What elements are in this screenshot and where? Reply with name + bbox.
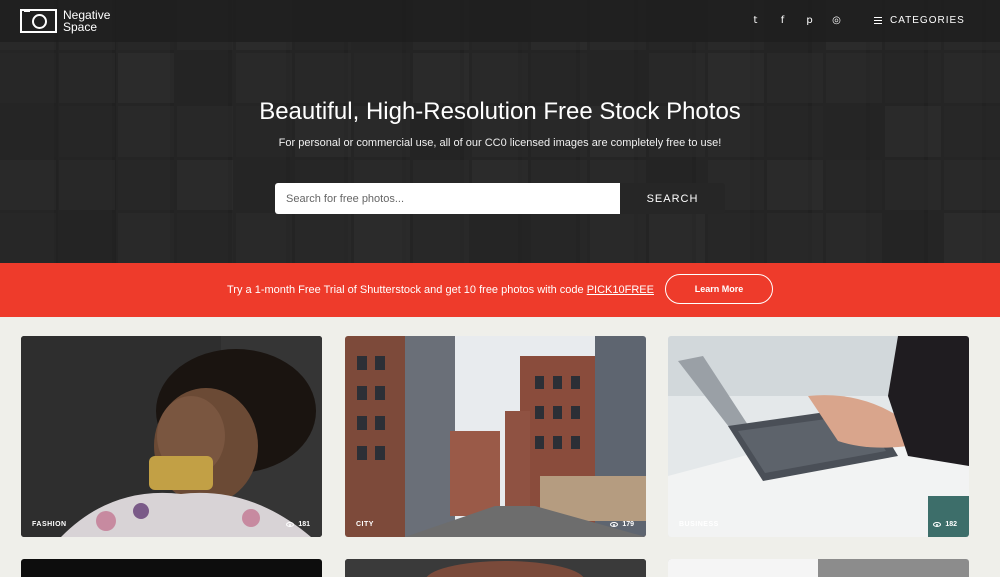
eye-icon xyxy=(610,522,619,527)
facebook-icon[interactable]: f xyxy=(769,15,796,26)
twitter-icon[interactable]: t xyxy=(742,15,769,26)
photo-card-fashion[interactable]: FASHION 181 xyxy=(21,336,322,537)
promo-text: Try a 1-month Free Trial of Shutterstock… xyxy=(227,284,587,296)
categories-label: CATEGORIES xyxy=(890,15,965,26)
hero-subtitle: For personal or commercial use, all of o… xyxy=(278,137,722,149)
top-navigation: Negative Space t f p ◎ CATEGORIES xyxy=(0,0,1000,42)
eye-icon xyxy=(933,522,942,527)
photo-card[interactable] xyxy=(21,559,322,577)
photo-views: 181 xyxy=(286,521,310,528)
search-button[interactable]: SEARCH xyxy=(620,183,725,214)
camera-logo-icon xyxy=(20,9,57,33)
hero-title: Beautiful, High-Resolution Free Stock Ph… xyxy=(259,98,741,125)
categories-menu-button[interactable]: CATEGORIES xyxy=(874,15,965,26)
photo-category-label: BUSINESS xyxy=(679,521,719,528)
promo-banner: Try a 1-month Free Trial of Shutterstock… xyxy=(0,263,1000,317)
photo-views: 179 xyxy=(610,521,634,528)
photo-thumbnail xyxy=(345,559,646,577)
search-input[interactable] xyxy=(275,183,620,214)
hero-banner: Negative Space t f p ◎ CATEGORIES Beauti… xyxy=(0,0,1000,263)
pinterest-icon[interactable]: p xyxy=(796,15,823,26)
photo-view-count: 182 xyxy=(945,521,957,528)
eye-icon xyxy=(286,522,295,527)
menu-icon xyxy=(874,17,882,24)
photo-business-laptop xyxy=(668,336,969,537)
photo-city-street xyxy=(345,336,646,537)
photo-card-city[interactable]: CITY 179 xyxy=(345,336,646,537)
photo-thumbnail xyxy=(668,559,969,577)
photo-category-label: FASHION xyxy=(32,521,67,528)
promo-code-link[interactable]: PICK10FREE xyxy=(587,284,654,296)
photo-view-count: 181 xyxy=(298,521,310,528)
photo-category-label: CITY xyxy=(356,521,374,528)
social-links: t f p ◎ xyxy=(742,15,850,26)
learn-more-button[interactable]: Learn More xyxy=(665,274,773,304)
site-logo[interactable]: Negative Space xyxy=(20,9,110,33)
photo-card-business[interactable]: BUSINESS 182 xyxy=(668,336,969,537)
photo-card[interactable] xyxy=(345,559,646,577)
instagram-icon[interactable]: ◎ xyxy=(823,15,850,26)
photo-views: 182 xyxy=(933,521,957,528)
logo-line-2: Space xyxy=(63,20,98,34)
photo-card[interactable] xyxy=(668,559,969,577)
photo-view-count: 179 xyxy=(622,521,634,528)
photo-fashion-portrait xyxy=(21,336,322,537)
